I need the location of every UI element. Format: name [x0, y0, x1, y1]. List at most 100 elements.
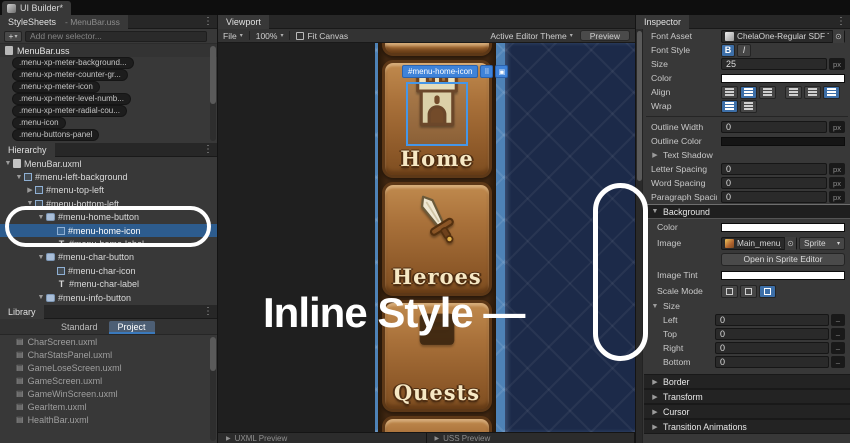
library-scrollbar[interactable]: [210, 337, 216, 441]
scale-mode-crop-button[interactable]: [759, 285, 776, 298]
editor-theme-dropdown[interactable]: Active Editor Theme ▾: [490, 31, 572, 41]
align-right-button[interactable]: [759, 86, 776, 99]
open-sprite-editor-button[interactable]: Open in Sprite Editor: [721, 253, 845, 266]
slice-bottom-input[interactable]: 0: [715, 356, 829, 368]
font-size-unit-dropdown[interactable]: px: [829, 58, 845, 70]
section-transition-animations[interactable]: ▶ Transition Animations: [644, 419, 850, 434]
uss-selector[interactable]: .menu-icon: [12, 117, 66, 129]
tab-standard[interactable]: Standard: [52, 321, 107, 334]
background-color-swatch[interactable]: [721, 223, 845, 232]
outline-width-input[interactable]: 0: [721, 121, 827, 133]
align-center-button[interactable]: [740, 86, 757, 99]
slice-top-input[interactable]: 0: [715, 328, 829, 340]
kebab-menu-icon[interactable]: ⋮: [203, 306, 213, 317]
inspector-tab[interactable]: Inspector: [636, 15, 689, 29]
selection-box[interactable]: [406, 82, 468, 146]
hierarchy-item-menu-top-left[interactable]: ▶ #menu-top-left: [0, 184, 217, 197]
font-color-swatch[interactable]: [721, 74, 845, 83]
uss-selector[interactable]: .menu-buttons-panel: [12, 129, 99, 141]
word-spacing-input[interactable]: 0: [721, 177, 827, 189]
library-item[interactable]: ▤GameWinScreen.uxml: [0, 387, 217, 400]
expander-icon[interactable]: ▶: [25, 186, 35, 194]
image-type-dropdown[interactable]: Sprite ▾: [799, 237, 845, 250]
scale-mode-fit-button[interactable]: [740, 285, 757, 298]
menu-tile-partial-bottom[interactable]: [382, 416, 492, 432]
drag-handle-icon[interactable]: ⠿: [480, 65, 493, 78]
outline-color-swatch[interactable]: [721, 137, 845, 146]
viewport-canvas[interactable]: Home Heroes: [218, 43, 635, 432]
image-tint-swatch[interactable]: [721, 271, 845, 280]
text-shadow-foldout[interactable]: ▶ Text Shadow: [644, 148, 850, 162]
word-spacing-unit-dropdown[interactable]: px: [829, 177, 845, 189]
preview-toggle[interactable]: Preview: [580, 30, 630, 41]
expander-icon[interactable]: ▼: [14, 174, 24, 181]
letter-spacing-unit-dropdown[interactable]: px: [829, 163, 845, 175]
inspector-scrollbar[interactable]: [636, 29, 643, 443]
viewport-tab[interactable]: Viewport: [218, 15, 269, 29]
selected-element-chip[interactable]: #menu-home-icon: [402, 65, 478, 78]
font-size-input[interactable]: 25: [721, 58, 827, 70]
hierarchy-item-menu-char-label[interactable]: T #menu-char-label: [0, 278, 217, 291]
expander-icon[interactable]: ▼: [3, 160, 13, 167]
hierarchy-item-menu-home-icon[interactable]: #menu-home-icon: [0, 224, 217, 237]
scale-mode-stretch-button[interactable]: [721, 285, 738, 298]
uss-selector[interactable]: .menu-xp-meter-radial-cou...: [12, 105, 127, 117]
background-image-field[interactable]: Main_menu_icon ⊙: [721, 237, 797, 250]
slice-size-foldout[interactable]: ▼ Size: [644, 299, 850, 313]
scrollbar-thumb[interactable]: [637, 31, 642, 181]
bold-button[interactable]: B: [721, 44, 735, 57]
library-item[interactable]: ▤CharScreen.uxml: [0, 335, 217, 348]
uss-file-row[interactable]: MenuBar.uss: [0, 44, 217, 57]
library-item[interactable]: ▤GameScreen.uxml: [0, 374, 217, 387]
slice-right-unit-dropdown[interactable]: –: [831, 342, 845, 354]
ui-builder-tab[interactable]: UI Builder*: [2, 1, 71, 15]
menu-tile-partial-top[interactable]: [382, 43, 492, 56]
paragraph-spacing-input[interactable]: 0: [721, 191, 827, 203]
scrollbar-thumb[interactable]: [210, 337, 216, 371]
expander-icon[interactable]: ▼: [36, 294, 46, 301]
add-selector-input[interactable]: Add new selector...: [25, 31, 207, 42]
outline-width-unit-dropdown[interactable]: px: [829, 121, 845, 133]
kebab-menu-icon[interactable]: ⋮: [203, 144, 213, 155]
uss-preview-bar[interactable]: ▶ USS Preview: [427, 433, 636, 443]
align-top-button[interactable]: [785, 86, 802, 99]
library-item[interactable]: ▤HealthBar.uxml: [0, 413, 217, 426]
align-left-button[interactable]: [721, 86, 738, 99]
uss-selector[interactable]: .menu-xp-meter-background...: [12, 57, 134, 69]
tab-project[interactable]: Project: [109, 321, 155, 334]
hierarchy-item-menu-home-label[interactable]: T #menu-home-label: [0, 237, 217, 250]
hierarchy-item-menu-left-background[interactable]: ▼ #menu-left-background: [0, 170, 217, 183]
library-tab[interactable]: Library: [0, 305, 44, 319]
add-selector-button[interactable]: + ▾: [4, 31, 22, 42]
section-transform[interactable]: ▶ Transform: [644, 389, 850, 404]
kebab-menu-icon[interactable]: ⋮: [836, 16, 846, 27]
expander-icon[interactable]: ▼: [36, 214, 46, 221]
edit-box-icon[interactable]: ▣: [495, 65, 508, 78]
slice-bottom-unit-dropdown[interactable]: –: [831, 356, 845, 368]
expander-icon[interactable]: ▼: [25, 200, 35, 207]
hierarchy-item-menu-char-button[interactable]: ▼ #menu-char-button: [0, 251, 217, 264]
letter-spacing-input[interactable]: 0: [721, 163, 827, 175]
scrollbar-thumb[interactable]: [210, 46, 216, 104]
menu-button-heroes[interactable]: Heroes: [382, 182, 492, 296]
library-item[interactable]: ▤CharStatsPanel.uxml: [0, 348, 217, 361]
kebab-menu-icon[interactable]: ⋮: [203, 16, 213, 27]
hierarchy-tab[interactable]: Hierarchy: [0, 143, 55, 157]
hierarchy-item-menubar-uxml[interactable]: ▼ MenuBar.uxml: [0, 157, 217, 170]
fit-canvas-button[interactable]: Fit Canvas: [296, 31, 348, 41]
paragraph-spacing-unit-dropdown[interactable]: px: [829, 191, 845, 203]
italic-button[interactable]: I: [737, 44, 751, 57]
wrap-on-button[interactable]: [721, 100, 738, 113]
hierarchy-item-menu-char-icon[interactable]: #menu-char-icon: [0, 264, 217, 277]
stylesheets-tab[interactable]: StyleSheets - MenuBar.uss: [0, 15, 128, 29]
uss-selector[interactable]: .menu-xp-meter-icon: [12, 81, 100, 93]
section-background[interactable]: ▼ Background: [644, 204, 850, 219]
hierarchy-item-menu-info-button[interactable]: ▼ #menu-info-button: [0, 291, 217, 304]
zoom-dropdown[interactable]: 100% ▾: [256, 31, 284, 41]
slice-right-input[interactable]: 0: [715, 342, 829, 354]
library-item[interactable]: ▤GearItem.uxml: [0, 400, 217, 413]
section-cursor[interactable]: ▶ Cursor: [644, 404, 850, 419]
stylesheets-scrollbar[interactable]: [210, 46, 216, 141]
uxml-preview-bar[interactable]: ▶ UXML Preview: [218, 433, 427, 443]
wrap-off-button[interactable]: [740, 100, 757, 113]
